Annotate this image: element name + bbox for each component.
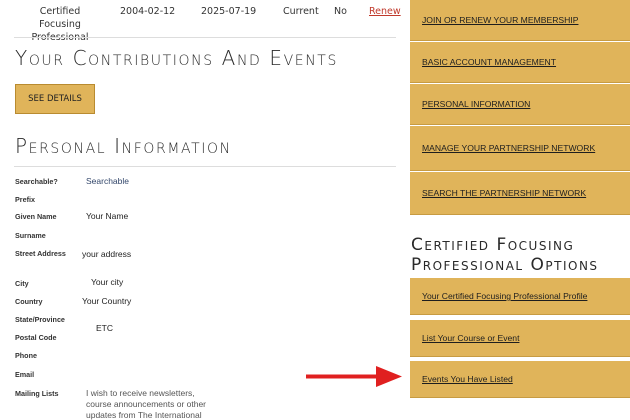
given-name-value: Your Name [86,211,129,221]
sidebar-link-label[interactable]: BASIC ACCOUNT MANAGEMENT [410,57,556,67]
phone-label: Phone [15,351,37,360]
sidebar-link-personal-info[interactable]: PERSONAL INFORMATION [410,84,630,125]
searchable-label: Searchable? [15,177,58,186]
cfp-link-profile[interactable]: Your Certified Focusing Professional Pro… [410,278,630,315]
city-value: Your city [91,277,124,287]
red-arrow-icon [306,366,402,387]
country-label: Country [15,297,43,306]
state-province-label: State/Province [15,315,65,324]
cfp-options-title-line2: Professional Options [411,255,599,275]
given-name-label: Given Name [15,212,57,221]
divider [14,37,396,38]
sidebar-link-label[interactable]: MANAGE YOUR PARTNERSHIP NETWORK [410,143,595,153]
membership-type: Certified Focusing Professional [31,6,88,43]
contributions-title: Your Contributions And Events [15,46,338,70]
sidebar-link-label[interactable]: SEARCH THE PARTNERSHIP NETWORK [410,188,586,198]
mailing-lists-text-2: course announcements or other [86,399,207,409]
surname-label: Surname [15,231,46,240]
cfp-link-label[interactable]: List Your Course or Event [410,333,519,343]
sidebar-link-label[interactable]: PERSONAL INFORMATION [410,99,530,109]
country-value: Your Country [82,296,132,306]
street-address-label: Street Address [15,249,66,258]
mailing-lists-text-1: I wish to receive newsletters, [86,388,195,398]
cfp-link-list-course[interactable]: List Your Course or Event [410,320,630,357]
renew-link[interactable]: Renew [369,6,401,17]
membership-end-date: 2025-07-19 [201,6,257,17]
cfp-link-label[interactable]: Your Certified Focusing Professional Pro… [410,291,587,301]
sidebar-link-manage-network[interactable]: MANAGE YOUR PARTNERSHIP NETWORK [410,126,630,171]
email-label: Email [15,370,35,379]
prefix-label: Prefix [15,195,35,204]
sidebar-link-search-network[interactable]: SEARCH THE PARTNERSHIP NETWORK [410,172,630,215]
personal-info-title: Personal Information [15,134,232,158]
membership-status: Current [283,6,319,17]
state-province-value: ETC [96,323,113,333]
mailing-lists-label: Mailing Lists [15,389,59,398]
sidebar-link-account[interactable]: BASIC ACCOUNT MANAGEMENT [410,42,630,83]
postal-code-label: Postal Code [15,333,57,342]
city-label: City [15,279,29,288]
divider [14,166,396,167]
cfp-options-title-line1: Certified Focusing [411,235,575,255]
cfp-link-label[interactable]: Events You Have Listed [410,374,513,384]
sidebar-link-join-renew[interactable]: JOIN OR RENEW YOUR MEMBERSHIP [410,0,630,41]
sidebar-link-label[interactable]: JOIN OR RENEW YOUR MEMBERSHIP [410,15,578,25]
membership-start-date: 2004-02-12 [120,6,176,17]
see-details-button[interactable]: SEE DETAILS [15,84,95,114]
cfp-link-events-listed[interactable]: Events You Have Listed [410,361,630,398]
street-address-value: your address [82,249,132,259]
membership-auto: No [334,6,347,17]
searchable-value: Searchable [86,176,130,186]
